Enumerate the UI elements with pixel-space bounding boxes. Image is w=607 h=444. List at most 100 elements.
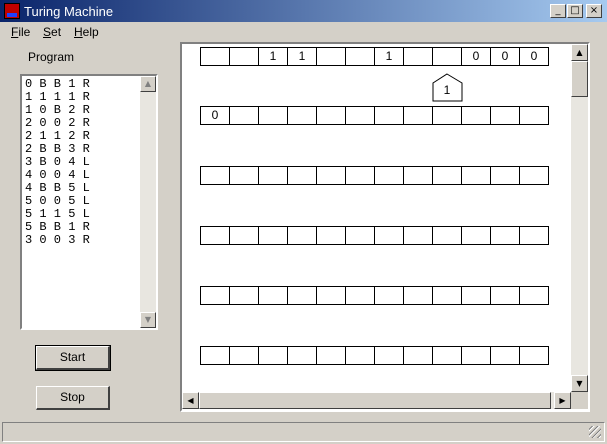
tape-cell[interactable] <box>345 286 375 305</box>
vertical-scroll-thumb[interactable] <box>571 61 588 97</box>
menu-set[interactable]: Set <box>43 25 61 39</box>
tape-cell[interactable] <box>345 226 375 245</box>
tape-cell[interactable] <box>287 286 317 305</box>
scroll-right-button[interactable]: ▶ <box>554 392 571 409</box>
program-scrollbar[interactable]: ▲ ▼ <box>140 76 156 328</box>
tape-cell[interactable] <box>287 346 317 365</box>
tape-cell[interactable] <box>432 226 462 245</box>
scroll-left-button[interactable]: ◀ <box>182 392 199 409</box>
close-button[interactable]: × <box>586 4 602 18</box>
tape-cell[interactable] <box>345 346 375 365</box>
tape-row: 111000 <box>200 47 549 66</box>
tape-cell[interactable] <box>229 166 259 185</box>
tape-cell[interactable] <box>374 286 404 305</box>
tape-cell[interactable] <box>316 226 346 245</box>
tape-cell[interactable] <box>229 226 259 245</box>
tape-panel[interactable]: 11100001 <box>180 42 590 412</box>
tape-cell[interactable] <box>287 106 317 125</box>
tape-cell[interactable] <box>403 106 433 125</box>
tape-cell[interactable] <box>519 346 549 365</box>
tape-cell[interactable] <box>316 286 346 305</box>
tape-cell[interactable] <box>316 346 346 365</box>
program-lines: 0 B B 1 R1 1 1 1 R1 0 B 2 R2 0 0 2 R2 1 … <box>25 78 90 247</box>
stop-button[interactable]: Stop <box>36 386 110 410</box>
tape-cell[interactable]: 1 <box>287 47 317 66</box>
tape-cell[interactable] <box>403 166 433 185</box>
program-scroll-down-button[interactable]: ▼ <box>140 312 156 328</box>
tape-cell[interactable]: 0 <box>490 47 520 66</box>
tape-cell[interactable]: 1 <box>374 47 404 66</box>
tape-cell[interactable] <box>258 106 288 125</box>
tape-cell[interactable] <box>287 166 317 185</box>
program-line[interactable]: 3 0 0 3 R <box>25 234 90 247</box>
tape-cell[interactable] <box>519 106 549 125</box>
tape-cell[interactable] <box>316 166 346 185</box>
tape-cell[interactable] <box>432 47 462 66</box>
tape-cell[interactable] <box>258 226 288 245</box>
tape-cell[interactable] <box>461 346 491 365</box>
resize-grip-icon[interactable] <box>589 426 601 438</box>
tape-cell[interactable] <box>316 106 346 125</box>
tape-cell[interactable] <box>519 166 549 185</box>
tape-cell[interactable]: 1 <box>258 47 288 66</box>
tape-cell[interactable]: 0 <box>519 47 549 66</box>
tape-cell[interactable] <box>200 47 230 66</box>
tape-cell[interactable] <box>403 286 433 305</box>
tape-cell[interactable] <box>374 226 404 245</box>
program-scroll-up-button[interactable]: ▲ <box>140 76 156 92</box>
menu-file[interactable]: File <box>11 25 30 39</box>
tape-cell[interactable] <box>432 286 462 305</box>
tape-cell[interactable] <box>258 346 288 365</box>
tape-cell[interactable] <box>229 47 259 66</box>
tape-cell[interactable] <box>229 346 259 365</box>
tape-cell[interactable] <box>490 226 520 245</box>
tape-cell[interactable] <box>403 346 433 365</box>
tape-cell[interactable] <box>519 226 549 245</box>
tape-cell[interactable]: 0 <box>200 106 230 125</box>
start-button[interactable]: Start <box>35 345 111 371</box>
horizontal-scroll-thumb[interactable] <box>199 392 551 409</box>
scroll-down-button[interactable]: ▼ <box>571 375 588 392</box>
tape-cell[interactable] <box>403 47 433 66</box>
tape-cell[interactable] <box>490 106 520 125</box>
tape-cell[interactable] <box>258 286 288 305</box>
tape-cell[interactable] <box>200 166 230 185</box>
tape-cell[interactable] <box>200 286 230 305</box>
tape-cell[interactable] <box>229 286 259 305</box>
program-listbox[interactable]: 0 B B 1 R1 1 1 1 R1 0 B 2 R2 0 0 2 R2 1 … <box>20 74 158 330</box>
tape-cell[interactable] <box>461 166 491 185</box>
tape-cell[interactable] <box>432 166 462 185</box>
tape-cell[interactable] <box>461 286 491 305</box>
tape-cell[interactable] <box>345 166 375 185</box>
tape-cell[interactable] <box>229 106 259 125</box>
tape-cell[interactable] <box>461 106 491 125</box>
title-bar[interactable]: Turing Machine _ □ × <box>0 0 607 22</box>
tape-cell[interactable] <box>374 106 404 125</box>
minimize-button[interactable]: _ <box>550 4 566 18</box>
tape-cell[interactable] <box>490 286 520 305</box>
tape-cell[interactable] <box>345 47 375 66</box>
menu-help[interactable]: Help <box>74 25 99 39</box>
tape-cell[interactable] <box>200 226 230 245</box>
tape-cell[interactable] <box>374 346 404 365</box>
tape-vertical-scrollbar[interactable]: ▲ ▼ <box>571 44 588 392</box>
tape-cell[interactable] <box>316 47 346 66</box>
tape-cell[interactable] <box>258 166 288 185</box>
tape-cell[interactable] <box>461 226 491 245</box>
tape-cell[interactable] <box>200 346 230 365</box>
tape-cell[interactable] <box>345 106 375 125</box>
maximize-button[interactable]: □ <box>567 4 583 18</box>
tape-cell[interactable] <box>287 226 317 245</box>
tape-cell[interactable] <box>374 166 404 185</box>
tape-cell[interactable] <box>490 166 520 185</box>
tape-cell[interactable] <box>403 226 433 245</box>
tape-cell[interactable] <box>490 346 520 365</box>
tape-cell[interactable] <box>432 106 462 125</box>
head-state-label: 1 <box>443 83 451 97</box>
tape-cell[interactable] <box>519 286 549 305</box>
scroll-up-button[interactable]: ▲ <box>571 44 588 61</box>
tape-cell[interactable]: 0 <box>461 47 491 66</box>
status-bar <box>2 422 605 442</box>
tape-cell[interactable] <box>432 346 462 365</box>
tape-horizontal-scrollbar[interactable]: ◀ ▶ <box>182 392 571 409</box>
